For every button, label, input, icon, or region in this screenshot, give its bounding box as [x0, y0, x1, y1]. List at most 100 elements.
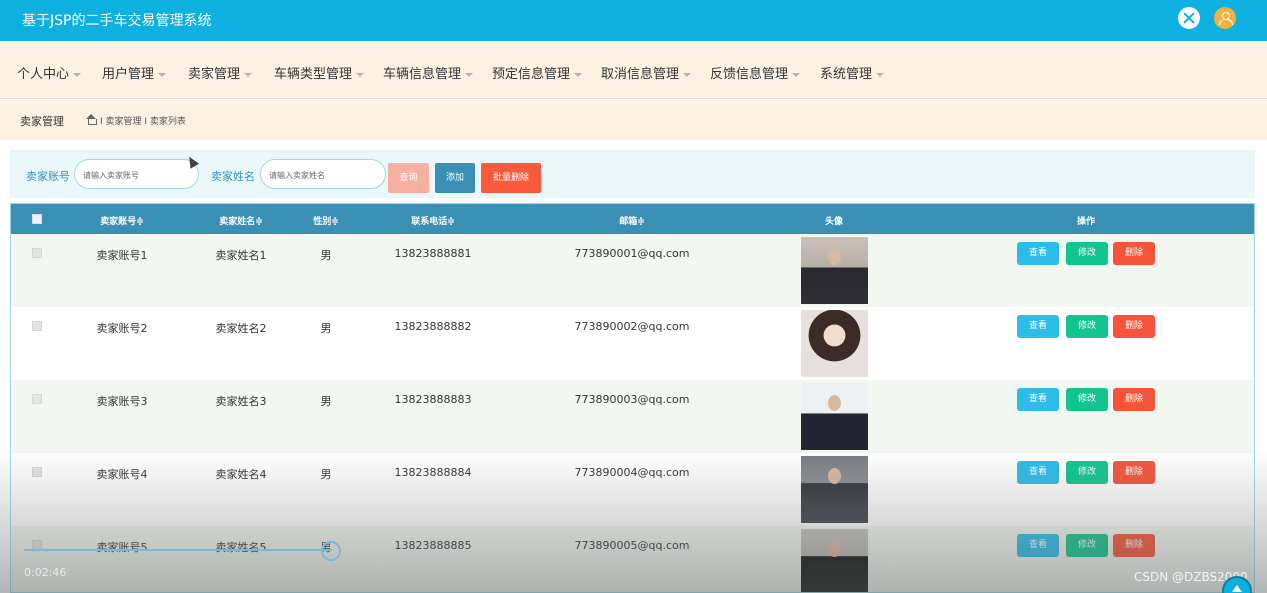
avatar-face — [828, 541, 841, 557]
view-button[interactable]: 查看 — [1017, 534, 1059, 557]
nav-item-users[interactable]: 用户管理 — [102, 63, 167, 82]
nav-item-label: 个人中心 — [17, 67, 70, 82]
batch-delete-button[interactable]: 批量删除 — [481, 163, 541, 193]
avatar-face — [828, 468, 841, 484]
avatar-face — [828, 249, 841, 265]
nav-item-system[interactable]: 系统管理 — [820, 63, 885, 82]
cell-email: 773890001@qq.com — [574, 247, 690, 260]
edit-button[interactable]: 修改 — [1066, 315, 1108, 338]
column-header-email[interactable]: 邮箱≑ — [619, 214, 645, 227]
cell-gender: 男 — [320, 249, 332, 262]
column-header-account[interactable]: 卖家账号≑ — [100, 214, 144, 227]
cell-name: 卖家姓名4 — [215, 468, 267, 481]
cell-account: 卖家账号1 — [96, 249, 148, 262]
cell-email: 773890005@qq.com — [574, 539, 690, 552]
nav-item-vehicle-types[interactable]: 车辆类型管理 — [274, 63, 365, 82]
cell-phone: 13823888884 — [394, 466, 472, 479]
cell-phone: 13823888885 — [394, 539, 472, 552]
edit-button[interactable]: 修改 — [1066, 388, 1108, 411]
edit-button[interactable]: 修改 — [1066, 242, 1108, 265]
cell-email: 773890003@qq.com — [574, 393, 690, 406]
seller-avatar-image — [801, 529, 868, 592]
delete-button[interactable]: 删除 — [1113, 461, 1155, 484]
table-row: 卖家账号4 卖家姓名4 男 13823888884 773890004@qq.c… — [11, 453, 1254, 526]
select-all-checkbox[interactable] — [32, 214, 42, 224]
cell-account: 卖家账号4 — [96, 468, 148, 481]
app-title: 基于JSP的二手车交易管理系统 — [22, 13, 212, 29]
column-header-gender[interactable]: 性别≑ — [313, 214, 339, 227]
view-button[interactable]: 查看 — [1017, 461, 1059, 484]
delete-button[interactable]: 删除 — [1113, 315, 1155, 338]
caret-down-icon — [356, 72, 365, 77]
caret-down-icon — [158, 72, 167, 77]
cell-name: 卖家姓名5 — [215, 541, 267, 554]
nav-item-sellers[interactable]: 卖家管理 — [188, 63, 253, 82]
cell-gender: 男 — [320, 395, 332, 408]
add-button[interactable]: 添加 — [435, 163, 475, 193]
search-bar: 卖家账号 请输入卖家账号 卖家姓名 请输入卖家姓名 查询 添加 批量删除 — [10, 150, 1255, 198]
column-header-actions: 操作 — [1076, 217, 1096, 227]
seller-avatar-image — [801, 456, 868, 523]
cell-gender: 男 — [320, 322, 332, 335]
nav-item-label: 系统管理 — [820, 67, 873, 82]
nav-item-cancellations[interactable]: 取消信息管理 — [601, 63, 692, 82]
row-checkbox[interactable] — [32, 394, 42, 404]
caret-down-icon — [244, 72, 253, 77]
caret-down-icon — [683, 72, 692, 77]
delete-button[interactable]: 删除 — [1113, 534, 1155, 557]
name-search-input[interactable]: 请输入卖家姓名 — [260, 159, 386, 189]
breadcrumb-title: 卖家管理 — [20, 115, 64, 128]
cell-name: 卖家姓名1 — [215, 249, 267, 262]
edit-button[interactable]: 修改 — [1066, 461, 1108, 484]
account-search-input[interactable]: 请输入卖家账号 — [74, 159, 199, 189]
top-bar: 基于JSP的二手车交易管理系统 — [0, 0, 1267, 41]
cell-account: 卖家账号3 — [96, 395, 148, 408]
nav-item-personal-center[interactable]: 个人中心 — [17, 63, 82, 82]
cell-email: 773890004@qq.com — [574, 466, 690, 479]
video-timestamp: 0:02:46 — [24, 566, 67, 579]
row-checkbox[interactable] — [32, 467, 42, 477]
avatar-face — [828, 395, 841, 411]
edit-button[interactable]: 修改 — [1066, 534, 1108, 557]
seller-table: 卖家账号≑ 卖家姓名≑ 性别≑ 联系电话≑ 邮箱≑ 头像 操作 卖家账号1 卖家… — [10, 203, 1255, 593]
video-progress-handle[interactable] — [321, 541, 341, 561]
nav-item-label: 预定信息管理 — [492, 67, 571, 82]
query-button[interactable]: 查询 — [388, 163, 429, 193]
nav-item-reservations[interactable]: 预定信息管理 — [492, 63, 583, 82]
video-progress-bar[interactable] — [24, 549, 332, 551]
nav-item-label: 用户管理 — [102, 67, 155, 82]
column-header-avatar: 头像 — [824, 217, 844, 227]
nav-item-vehicle-info[interactable]: 车辆信息管理 — [383, 63, 474, 82]
cell-account: 卖家账号2 — [96, 322, 148, 335]
nav-item-label: 车辆类型管理 — [274, 67, 353, 82]
view-button[interactable]: 查看 — [1017, 242, 1059, 265]
cell-phone: 13823888882 — [394, 320, 472, 333]
name-label: 卖家姓名 — [211, 170, 255, 183]
cell-gender: 男 — [320, 468, 332, 481]
main-nav: 个人中心 用户管理 卖家管理 车辆类型管理 车辆信息管理 预定信息管理 取消信息… — [0, 41, 1267, 99]
fullscreen-icon[interactable] — [1178, 7, 1200, 29]
table-row: 卖家账号5 卖家姓名5 男 13823888885 773890005@qq.c… — [11, 526, 1254, 592]
view-button[interactable]: 查看 — [1017, 388, 1059, 411]
view-button[interactable]: 查看 — [1017, 315, 1059, 338]
account-label: 卖家账号 — [26, 170, 70, 183]
seller-avatar-image — [801, 237, 868, 304]
user-avatar-icon[interactable] — [1214, 7, 1236, 29]
home-icon[interactable] — [86, 114, 97, 125]
column-header-name[interactable]: 卖家姓名≑ — [219, 214, 263, 227]
cell-email: 773890002@qq.com — [574, 320, 690, 333]
caret-down-icon — [792, 72, 801, 77]
cell-name: 卖家姓名2 — [215, 322, 267, 335]
row-checkbox[interactable] — [32, 248, 42, 258]
cell-name: 卖家姓名3 — [215, 395, 267, 408]
nav-item-feedback[interactable]: 反馈信息管理 — [710, 63, 801, 82]
breadcrumb: 卖家管理 I 卖家管理 I 卖家列表 — [0, 100, 1267, 140]
column-header-phone[interactable]: 联系电话≑ — [411, 214, 455, 227]
cell-phone: 13823888881 — [394, 247, 472, 260]
nav-item-label: 卖家管理 — [188, 67, 241, 82]
table-row: 卖家账号2 卖家姓名2 男 13823888882 773890002@qq.c… — [11, 307, 1254, 380]
row-checkbox[interactable] — [32, 321, 42, 331]
delete-button[interactable]: 删除 — [1113, 388, 1155, 411]
delete-button[interactable]: 删除 — [1113, 242, 1155, 265]
cell-phone: 13823888883 — [394, 393, 472, 406]
